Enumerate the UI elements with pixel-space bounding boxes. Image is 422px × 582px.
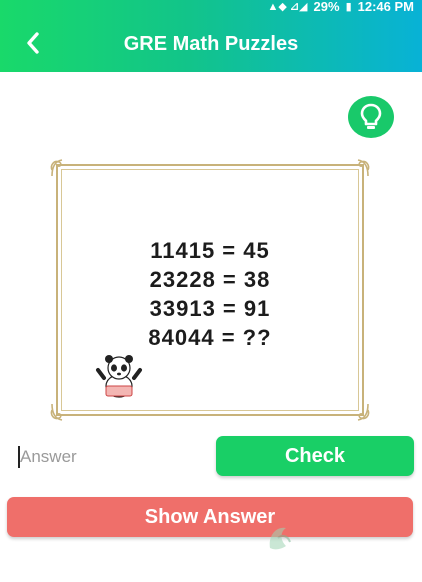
page-title: GRE Math Puzzles xyxy=(123,33,299,55)
signal-icon: ▲◆ ⊿◢ xyxy=(267,1,308,13)
check-button[interactable]: Check xyxy=(216,436,414,476)
ornament-corner xyxy=(50,403,63,421)
puzzle-line: 33913 = 91 xyxy=(149,296,271,321)
puzzle-line: 84044 = ?? xyxy=(148,325,272,350)
show-answer-button[interactable]: Show Answer xyxy=(7,497,413,537)
ornament-corner xyxy=(357,159,370,177)
status-bar: ▲◆ ⊿◢ 29% ▮ 12:46 PM xyxy=(267,0,414,14)
ornament-corner xyxy=(357,403,370,421)
puzzle-text: 11415 = 45 23228 = 38 33913 = 91 84044 =… xyxy=(58,236,362,352)
hint-button[interactable] xyxy=(348,96,394,138)
puzzle-line: 11415 = 45 xyxy=(150,238,270,263)
panda-mascot-icon xyxy=(96,355,142,398)
app-header: ▲◆ ⊿◢ 29% ▮ 12:46 PM GRE Math Puzzles xyxy=(0,0,422,72)
puzzle-line: 23228 = 38 xyxy=(149,267,271,292)
puzzle-card: 11415 = 45 23228 = 38 33913 = 91 84044 =… xyxy=(50,159,370,421)
lightbulb-icon xyxy=(360,103,382,129)
answer-input[interactable] xyxy=(20,441,200,473)
battery-icon: ▮ xyxy=(345,1,352,13)
chevron-left-icon xyxy=(27,32,39,54)
battery-level: 29% xyxy=(313,0,340,14)
back-button[interactable] xyxy=(20,28,46,58)
ornament-corner xyxy=(50,159,63,177)
clock: 12:46 PM xyxy=(357,0,414,14)
